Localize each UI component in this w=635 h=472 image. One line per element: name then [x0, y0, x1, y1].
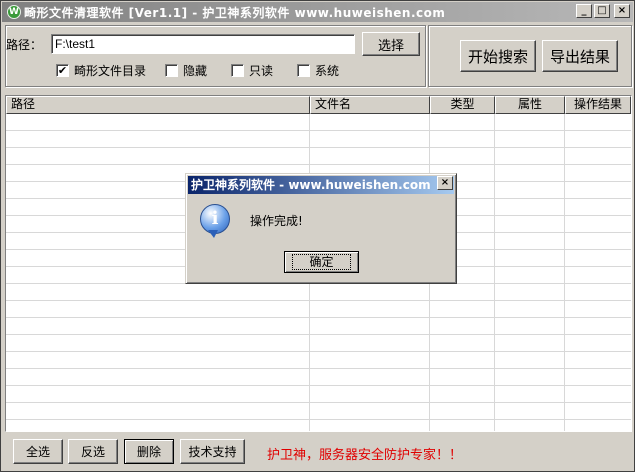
column-header-type[interactable]: 类型: [430, 96, 495, 114]
checkbox-box[interactable]: ✔: [56, 64, 69, 77]
checkbox-readonly[interactable]: 只读: [231, 62, 273, 79]
minimize-button[interactable]: _: [576, 4, 592, 18]
checkbox-box[interactable]: [231, 64, 244, 77]
dialog-close-button[interactable]: ×: [437, 176, 453, 190]
checkbox-label: 隐藏: [183, 64, 208, 78]
title-bar[interactable]: W 畸形文件清理软件 [Ver1.1] - 护卫神系列软件 www.huweis…: [2, 2, 633, 22]
path-input[interactable]: F:\test1: [51, 34, 355, 54]
invert-selection-button[interactable]: 反选: [68, 439, 118, 464]
main-window: W 畸形文件清理软件 [Ver1.1] - 护卫神系列软件 www.huweis…: [0, 0, 635, 472]
column-header-attributes[interactable]: 属性: [495, 96, 565, 114]
dialog-title: 护卫神系列软件 - www.huweishen.com: [191, 178, 431, 192]
select-all-button[interactable]: 全选: [13, 439, 63, 464]
close-button[interactable]: ×: [614, 4, 630, 18]
export-results-button[interactable]: 导出结果: [542, 40, 618, 72]
message-dialog: 护卫神系列软件 - www.huweishen.com × i 操作完成! 确定: [185, 173, 457, 284]
window-title: 畸形文件清理软件 [Ver1.1] - 护卫神系列软件 www.huweishe…: [24, 5, 446, 20]
checkbox-system[interactable]: 系统: [297, 62, 339, 79]
ok-button-label: 确定: [292, 254, 351, 270]
path-label: 路径：: [6, 38, 43, 52]
dialog-message: 操作完成!: [250, 214, 303, 228]
slogan-text: 护卫神，服务器安全防护专家！！: [267, 448, 463, 463]
column-divider: [564, 114, 565, 431]
start-search-button[interactable]: 开始搜索: [460, 40, 536, 72]
column-header-path[interactable]: 路径: [6, 96, 310, 114]
maximize-button[interactable]: □: [594, 4, 610, 18]
checkbox-label: 只读: [249, 64, 274, 78]
select-button[interactable]: 选择: [362, 32, 420, 56]
column-header-filename[interactable]: 文件名: [310, 96, 430, 114]
checkbox-box[interactable]: [165, 64, 178, 77]
table-header: 路径 文件名 类型 属性 操作结果: [6, 96, 631, 114]
dialog-title-bar[interactable]: 护卫神系列软件 - www.huweishen.com: [188, 176, 454, 194]
checkbox-label: 畸形文件目录: [74, 64, 147, 78]
checkbox-label: 系统: [315, 64, 340, 78]
app-icon: W: [7, 5, 21, 19]
checkbox-malformed-dir[interactable]: ✔ 畸形文件目录: [56, 62, 146, 79]
column-header-result[interactable]: 操作结果: [565, 96, 631, 114]
column-divider: [494, 114, 495, 431]
info-icon-tail: [208, 230, 218, 238]
ok-button[interactable]: 确定: [284, 251, 359, 273]
checkbox-hidden[interactable]: 隐藏: [165, 62, 207, 79]
checkbox-box[interactable]: [297, 64, 310, 77]
window-controls: _ □ ×: [576, 4, 630, 18]
delete-button[interactable]: 删除: [124, 439, 174, 464]
tech-support-button[interactable]: 技术支持: [180, 439, 245, 464]
